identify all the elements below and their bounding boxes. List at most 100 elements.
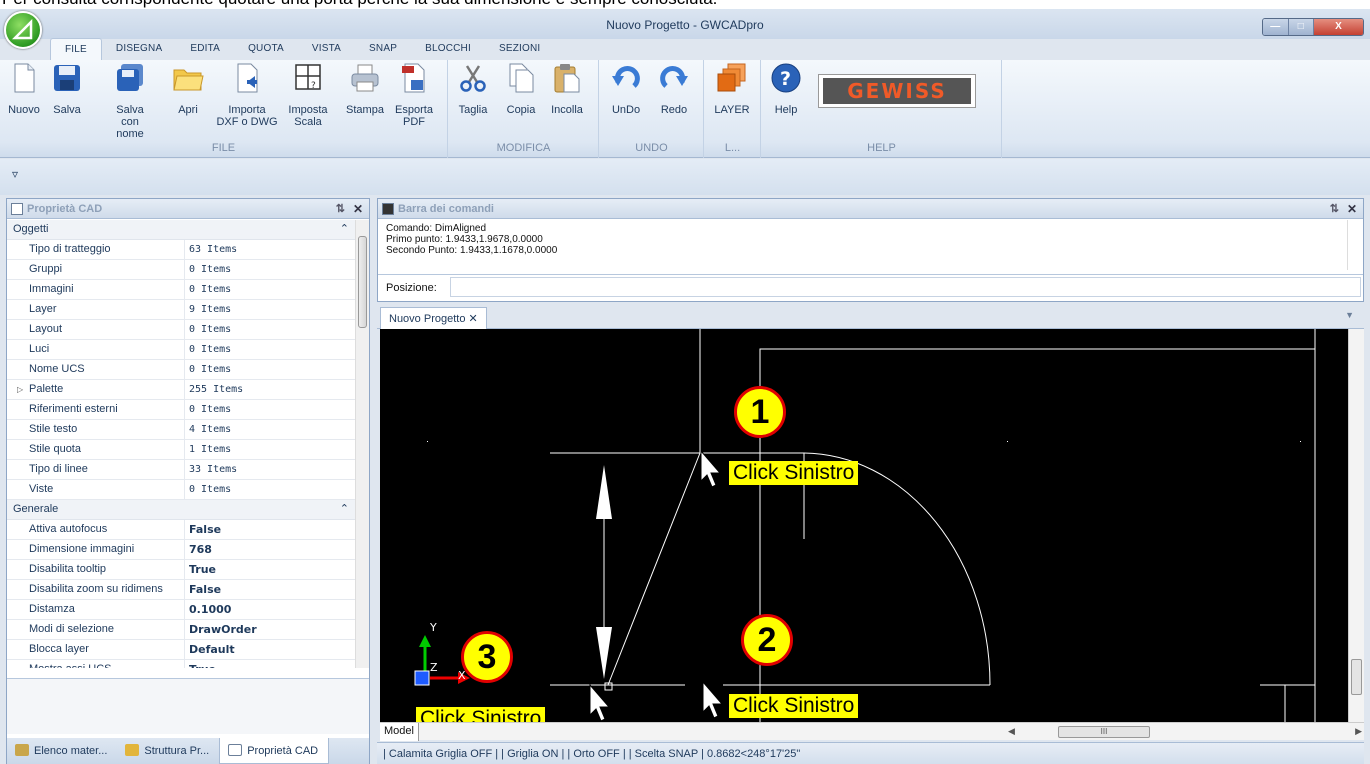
tab-blocchi[interactable]: BLOCCHI (411, 38, 485, 60)
property-row[interactable]: Riferimenti esterni 0 Items (7, 400, 357, 420)
property-value[interactable]: 0 Items (185, 320, 231, 339)
property-row[interactable]: Immagini 0 Items (7, 280, 357, 300)
horizontal-scroll-thumb[interactable]: III (1058, 726, 1150, 738)
property-value[interactable]: 255 Items (185, 380, 243, 399)
maximize-button[interactable]: □ (1288, 19, 1314, 35)
collapse-icon[interactable]: ⌃ (340, 500, 349, 519)
tab-nuovo-progetto[interactable]: Nuovo Progetto ✕ (380, 307, 487, 329)
canvas-vertical-scrollbar[interactable] (1348, 329, 1364, 722)
property-value[interactable]: False (185, 580, 221, 599)
property-row[interactable]: Stile testo 4 Items (7, 420, 357, 440)
redo-button[interactable]: Redo (654, 62, 694, 116)
tab-sezioni[interactable]: SEZIONI (485, 38, 554, 60)
scroll-left-icon[interactable]: ◀ (1008, 726, 1015, 737)
tab-model[interactable]: Model (380, 723, 419, 741)
vertical-scroll-thumb[interactable] (1351, 659, 1362, 695)
property-value[interactable]: 0.1000 (185, 600, 231, 619)
help-button[interactable]: ? Help (768, 62, 804, 116)
salva-con-nome-button[interactable]: Salva con nome (106, 62, 154, 140)
nuovo-button[interactable]: Nuovo (4, 62, 44, 116)
tab-snap[interactable]: SNAP (355, 38, 411, 60)
property-value[interactable]: 0 Items (185, 260, 231, 279)
expand-icon[interactable]: ▷ (17, 380, 23, 399)
undo-button[interactable]: UnDo (606, 62, 646, 116)
tab-elenco-materiali[interactable]: Elenco mater... (7, 738, 117, 764)
canvas-horizontal-scrollbar[interactable]: Model ◀ III ▶ (380, 722, 1364, 741)
pin-icon[interactable]: ⇅ (336, 199, 345, 219)
property-value[interactable]: 33 Items (185, 460, 237, 479)
scroll-thumb[interactable] (358, 236, 367, 328)
tab-quota[interactable]: QUOTA (234, 38, 298, 60)
property-row[interactable]: Blocca layer Default (7, 640, 357, 660)
property-row[interactable]: Luci 0 Items (7, 340, 357, 360)
close-panel-icon[interactable]: ✕ (353, 199, 363, 219)
property-row[interactable]: Gruppi 0 Items (7, 260, 357, 280)
property-value[interactable]: Default (185, 640, 235, 659)
property-row[interactable]: Palette ▷ 255 Items (7, 380, 357, 400)
close-panel-icon[interactable]: ✕ (1347, 199, 1357, 219)
property-row[interactable]: Disabilita zoom su ridimens False (7, 580, 357, 600)
salva-button[interactable]: Salva (48, 62, 86, 116)
incolla-label: Incolla (551, 104, 583, 116)
taglia-button[interactable]: Taglia (455, 62, 491, 116)
property-value[interactable]: True (185, 660, 216, 668)
category-generale[interactable]: Generale ⌃ (7, 500, 357, 520)
scroll-right-icon[interactable]: ▶ (1355, 726, 1362, 737)
property-value[interactable]: True (185, 560, 216, 579)
property-value[interactable]: 0 Items (185, 360, 231, 379)
layer-button[interactable]: LAYER (709, 62, 755, 116)
imposta-scala-button[interactable]: ? Imposta Scala (284, 62, 332, 128)
incolla-button[interactable]: Incolla (545, 62, 589, 116)
property-value[interactable]: DrawOrder (185, 620, 257, 639)
status-text[interactable]: | Calamita Griglia OFF | | Griglia ON | … (383, 748, 800, 760)
property-value[interactable]: 0 Items (185, 400, 231, 419)
property-row[interactable]: Attiva autofocus False (7, 520, 357, 540)
tab-struttura-label: Struttura Pr... (144, 745, 210, 757)
tabs-dropdown-icon[interactable]: ▼ (1345, 310, 1354, 320)
property-row[interactable]: Modi di selezione DrawOrder (7, 620, 357, 640)
tab-file[interactable]: FILE (50, 38, 102, 60)
property-row[interactable]: Distamza 0.1000 (7, 600, 357, 620)
tab-vista[interactable]: VISTA (298, 38, 355, 60)
property-row[interactable]: Tipo di tratteggio 63 Items (7, 240, 357, 260)
command-scrollbar[interactable] (1347, 220, 1363, 270)
pin-icon[interactable]: ⇅ (1330, 199, 1339, 219)
apri-button[interactable]: Apri (170, 62, 206, 116)
stampa-button[interactable]: Stampa (342, 62, 388, 116)
property-value[interactable]: 1 Items (185, 440, 231, 459)
close-button[interactable]: X (1314, 19, 1363, 35)
property-row[interactable]: Dimensione immagini 768 (7, 540, 357, 560)
property-value[interactable]: 9 Items (185, 300, 231, 319)
importa-button[interactable]: Importa DXF o DWG (214, 62, 280, 128)
copia-button[interactable]: Copia (503, 62, 539, 116)
property-value[interactable]: 0 Items (185, 340, 231, 359)
property-row[interactable]: Layer 9 Items (7, 300, 357, 320)
property-row[interactable]: Tipo di linee 33 Items (7, 460, 357, 480)
category-oggetti[interactable]: Oggetti ⌃ (7, 220, 357, 240)
property-row[interactable]: Disabilita tooltip True (7, 560, 357, 580)
application-menu-button[interactable] (4, 11, 42, 49)
drawing-canvas[interactable]: Y Z X (380, 329, 1348, 722)
property-value[interactable]: 4 Items (185, 420, 231, 439)
property-value[interactable]: False (185, 520, 221, 539)
qat-dropdown-icon[interactable]: ▿ (12, 167, 18, 181)
property-row[interactable]: Nome UCS 0 Items (7, 360, 357, 380)
tab-disegna[interactable]: DISEGNA (102, 38, 176, 60)
tab-struttura[interactable]: Struttura Pr... (117, 738, 219, 764)
esporta-pdf-button[interactable]: Esporta PDF (392, 62, 436, 128)
property-row[interactable]: Stile quota 1 Items (7, 440, 357, 460)
tab-proprieta-cad[interactable]: Proprietà CAD (219, 738, 330, 764)
position-input[interactable] (450, 277, 1361, 297)
property-row[interactable]: Mostra assi UCSTrue (7, 660, 357, 668)
minimize-button[interactable]: — (1263, 19, 1289, 35)
property-value[interactable]: 768 (185, 540, 212, 559)
property-value[interactable]: 0 Items (185, 280, 231, 299)
property-row[interactable]: Layout 0 Items (7, 320, 357, 340)
property-row[interactable]: Viste 0 Items (7, 480, 357, 500)
property-scrollbar[interactable] (355, 220, 369, 668)
property-value[interactable]: 63 Items (185, 240, 237, 259)
close-tab-icon[interactable]: ✕ (469, 313, 478, 325)
collapse-icon[interactable]: ⌃ (340, 220, 349, 239)
property-value[interactable]: 0 Items (185, 480, 231, 499)
tab-edita[interactable]: EDITA (176, 38, 234, 60)
